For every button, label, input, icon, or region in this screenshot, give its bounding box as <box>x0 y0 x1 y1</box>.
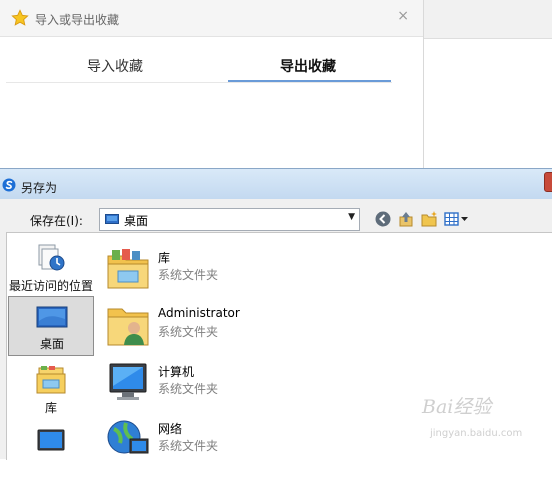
list-item[interactable]: 库 系统文件夹 <box>98 240 398 294</box>
place-computer[interactable] <box>8 423 94 483</box>
place-label: 最近访问的位置 <box>8 279 93 293</box>
file-name: 计算机 <box>158 365 195 379</box>
place-desktop[interactable]: 桌面 <box>8 296 94 356</box>
file-name: 库 <box>158 251 171 265</box>
save-as-title: 另存为 <box>21 181 58 195</box>
star-icon <box>11 9 29 26</box>
network-icon <box>107 420 149 454</box>
file-name: Administrator <box>158 306 240 320</box>
tab-divider <box>6 82 392 83</box>
favorites-dialog: 导入或导出收藏 × 导入收藏 导出收藏 <box>0 0 424 175</box>
new-folder-icon[interactable] <box>420 210 438 228</box>
desktop-icon <box>36 306 68 328</box>
save-in-label: 保存在(I): <box>30 214 83 228</box>
recent-places-icon <box>38 244 65 271</box>
view-menu-icon[interactable] <box>444 210 470 228</box>
watermark-url: jingyan.baidu.com <box>430 428 523 439</box>
back-icon[interactable] <box>374 210 392 228</box>
library-icon <box>36 366 66 394</box>
places-bar: 最近访问的位置 桌面 库 <box>6 232 99 460</box>
baidu-watermark: Bai经验 jingyan.baidu.com <box>422 392 550 452</box>
close-button[interactable] <box>544 172 552 192</box>
place-recent[interactable]: 最近访问的位置 <box>8 239 94 299</box>
computer-icon <box>37 429 65 451</box>
save-as-titlebar: 另存为 <box>0 169 552 199</box>
computer-icon <box>109 363 147 400</box>
background-window-strip <box>424 0 552 39</box>
user-folder-icon <box>107 308 149 346</box>
place-library[interactable]: 库 <box>8 361 94 421</box>
save-in-dropdown[interactable]: 桌面 ▼ <box>99 208 360 231</box>
browser-logo-icon <box>2 178 16 192</box>
place-label: 桌面 <box>39 337 64 351</box>
favorites-titlebar: 导入或导出收藏 × <box>0 0 423 37</box>
list-item[interactable]: 计算机 系统文件夹 <box>98 354 398 408</box>
file-type: 系统文件夹 <box>158 325 219 339</box>
file-type: 系统文件夹 <box>158 268 219 282</box>
active-tab-indicator <box>228 80 391 82</box>
list-item[interactable]: Administrator 系统文件夹 <box>98 297 398 351</box>
file-type: 系统文件夹 <box>158 382 219 396</box>
file-type: 系统文件夹 <box>158 439 219 453</box>
tab-export-favorites[interactable]: 导出收藏 <box>238 56 378 76</box>
watermark-text: Bai经验 <box>422 396 492 418</box>
file-name: 网络 <box>158 422 183 436</box>
favorites-title: 导入或导出收藏 <box>35 13 120 27</box>
save-in-value: 桌面 <box>124 214 149 228</box>
up-folder-icon[interactable] <box>397 210 415 228</box>
place-label: 库 <box>44 401 57 415</box>
desktop-icon <box>105 214 119 224</box>
close-icon[interactable]: × <box>397 8 409 24</box>
list-item[interactable]: 网络 系统文件夹 <box>98 411 398 465</box>
chevron-down-icon: ▼ <box>348 212 355 222</box>
tab-import-favorites[interactable]: 导入收藏 <box>45 56 185 76</box>
library-folder-icon <box>107 249 149 289</box>
